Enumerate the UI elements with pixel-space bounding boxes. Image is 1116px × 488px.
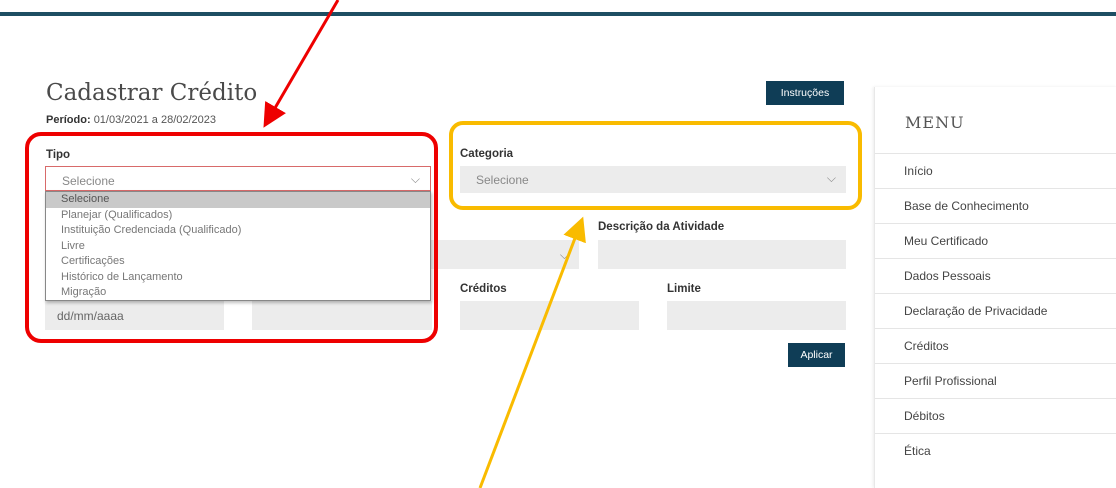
- menu-title: MENU: [905, 113, 965, 132]
- menu-item-declaracao-privacidade[interactable]: Declaração de Privacidade: [875, 293, 1116, 328]
- menu-item-creditos[interactable]: Créditos: [875, 328, 1116, 363]
- menu-item-debitos[interactable]: Débitos: [875, 398, 1116, 433]
- sidebar-menu: MENU Início Base de Conhecimento Meu Cer…: [874, 87, 1116, 488]
- red-arrow: [263, 0, 340, 128]
- menu-item-etica[interactable]: Ética: [875, 433, 1116, 468]
- yellow-arrow: [478, 216, 586, 488]
- menu-item-perfil-profissional[interactable]: Perfil Profissional: [875, 363, 1116, 398]
- menu-item-base-conhecimento[interactable]: Base de Conhecimento: [875, 188, 1116, 223]
- menu-item-meu-certificado[interactable]: Meu Certificado: [875, 223, 1116, 258]
- menu-item-dados-pessoais[interactable]: Dados Pessoais: [875, 258, 1116, 293]
- menu-item-inicio[interactable]: Início: [875, 153, 1116, 188]
